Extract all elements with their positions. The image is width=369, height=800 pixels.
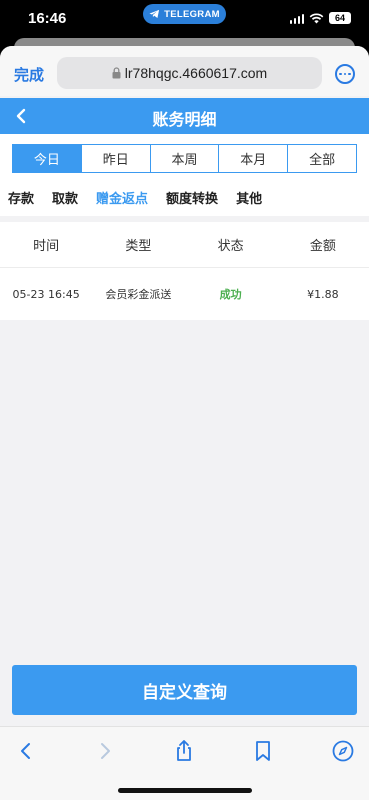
category-tabs: 存款 取款 赠金返点 额度转换 其他 — [0, 178, 369, 216]
clock: 16:46 — [28, 10, 67, 27]
table-header: 时间 类型 状态 金额 — [0, 222, 369, 268]
back-icon[interactable] — [14, 739, 38, 763]
category-other[interactable]: 其他 — [236, 188, 262, 207]
status-icons: 64 — [289, 12, 351, 24]
cell-status: 成功 — [219, 288, 242, 301]
tab-all[interactable]: 全部 — [288, 145, 356, 172]
telegram-icon — [149, 9, 160, 18]
category-deposit[interactable]: 存款 — [8, 188, 34, 207]
signal-icon — [289, 13, 304, 24]
share-icon[interactable] — [172, 739, 196, 763]
category-withdraw[interactable]: 取款 — [52, 188, 78, 207]
home-indicator — [118, 788, 252, 793]
more-options-icon[interactable] — [335, 64, 355, 84]
address-bar[interactable]: lr78hqgc.4660617.com — [57, 57, 322, 89]
compass-icon[interactable] — [331, 739, 355, 763]
cell-time: 05-23 16:45 — [12, 287, 80, 301]
date-tabs: 今日 昨日 本周 本月 全部 — [12, 144, 357, 173]
date-filter-area: 今日 昨日 本周 本月 全部 — [0, 134, 369, 178]
header-time: 时间 — [33, 239, 60, 254]
telegram-pill[interactable]: TELEGRAM — [143, 4, 226, 24]
tab-today[interactable]: 今日 — [13, 145, 82, 172]
category-credit-transfer[interactable]: 额度转换 — [166, 188, 218, 207]
telegram-label: TELEGRAM — [164, 8, 220, 20]
tab-this-week[interactable]: 本周 — [150, 145, 220, 172]
category-bonus-rebate[interactable]: 赠金返点 — [96, 188, 148, 207]
header-status: 状态 — [217, 239, 244, 254]
forward-icon[interactable] — [93, 739, 117, 763]
cell-type: 会员彩金派送 — [105, 288, 172, 301]
url-text: lr78hqgc.4660617.com — [124, 65, 268, 81]
bookmarks-icon[interactable] — [251, 739, 275, 763]
battery-icon: 64 — [329, 12, 351, 24]
done-button[interactable]: 完成 — [14, 64, 44, 85]
lock-icon — [112, 67, 121, 79]
status-bar: 16:46 TELEGRAM 64 — [0, 0, 369, 40]
tab-yesterday[interactable]: 昨日 — [81, 145, 151, 172]
browser-sheet: 完成 lr78hqgc.4660617.com 账务明细 今日 昨日 本周 本月… — [0, 46, 369, 800]
wifi-icon — [309, 13, 324, 24]
page-title: 账务明细 — [152, 110, 217, 129]
tab-this-month[interactable]: 本月 — [219, 145, 289, 172]
header-amount: 金额 — [309, 239, 336, 254]
cell-amount: ¥1.88 — [307, 287, 339, 301]
records-table: 时间 类型 状态 金额 05-23 16:45 会员彩金派送 成功 ¥1.88 — [0, 222, 369, 320]
app-header: 账务明细 — [0, 98, 369, 134]
header-type: 类型 — [125, 239, 152, 254]
table-row[interactable]: 05-23 16:45 会员彩金派送 成功 ¥1.88 — [0, 268, 369, 320]
browser-top-bar: 完成 lr78hqgc.4660617.com — [0, 46, 369, 96]
custom-query-button[interactable]: 自定义查询 — [12, 665, 357, 715]
